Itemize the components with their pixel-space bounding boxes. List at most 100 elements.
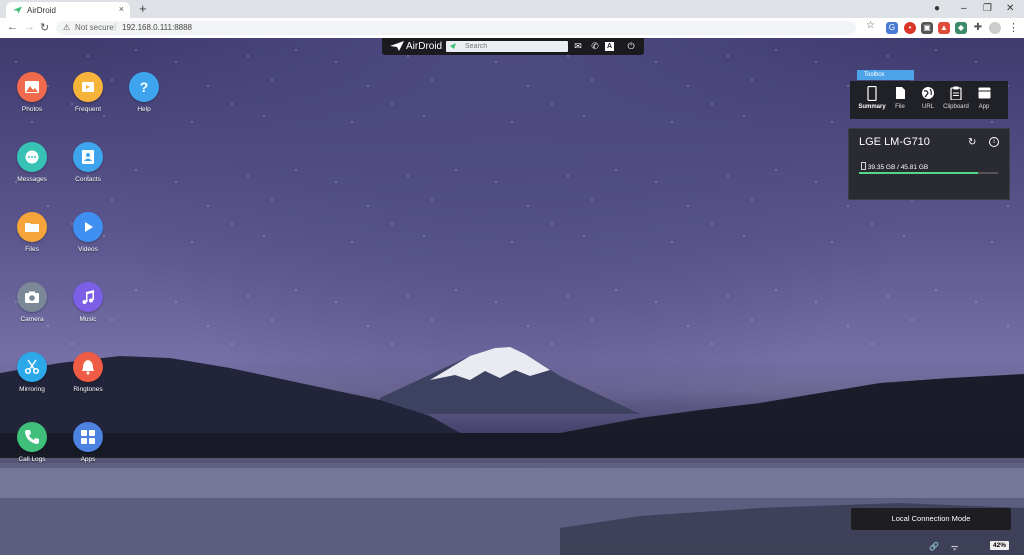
reload-icon[interactable]: ↻ [40,21,49,34]
phone-call-icon[interactable]: ✆ [589,41,601,52]
toolbox-item-label: File [895,104,905,110]
app-apps[interactable]: Apps [63,422,113,463]
device-summary-card: LGE LM-G710 ↻ i 39.35 GB / 45.81 GB [848,128,1010,200]
toolbox-file[interactable]: File [885,86,915,110]
photo-icon [25,81,39,93]
tab-close-icon[interactable]: × [119,4,124,14]
toolbox-clipboard[interactable]: Clipboard [941,86,971,110]
extensions-puzzle-icon[interactable]: ✚ [972,22,984,34]
airdroid-top-bar: AirDroid ✉ ✆ A ⏻ [382,38,644,55]
phone-icon [25,430,39,444]
browser-menu-icon[interactable]: ⋮ [1008,21,1019,34]
toolbox-url[interactable]: URL [913,86,943,110]
app-frequent[interactable]: Frequent [63,72,113,113]
address-bar[interactable]: ⚠ Not secure | 192.168.0.111:8888 [56,21,856,35]
omnibox-divider: | [114,22,117,31]
video-icon [85,222,93,232]
app-contacts[interactable]: Contacts [63,142,113,183]
mail-icon[interactable]: ✉ [572,41,584,52]
app-label: Camera [20,316,44,323]
app-store-icon [978,87,990,99]
restore-icon[interactable]: ❐ [983,3,992,14]
bell-icon [82,360,94,375]
language-icon[interactable]: A [605,42,614,51]
green-extension-icon[interactable]: ◆ [955,22,967,34]
bookmark-star-icon[interactable]: ☆ [866,20,875,31]
url-text: 192.168.0.111:8888 [122,23,192,32]
app-call-logs[interactable]: Call Logs [7,422,57,463]
search-input[interactable] [446,41,568,52]
wifi-icon: ᯤ [951,543,959,552]
toolbox-item-label: Clipboard [943,104,969,110]
app-camera[interactable]: Camera [7,282,57,323]
back-icon[interactable]: ← [7,21,18,33]
contacts-icon [82,150,94,164]
music-icon [82,290,94,304]
storage-bar-fill [859,172,979,174]
tab-title: AirDroid [27,6,56,15]
airdroid-favicon-icon [13,6,22,14]
mirroring-icon [24,359,40,375]
toolbox-panel: Summary File URL Clipboard App [850,81,1008,119]
minimize-icon[interactable]: – [961,3,967,14]
new-tab-button[interactable]: + [139,1,147,16]
toolbox-app[interactable]: App [969,86,999,110]
profile-avatar-icon[interactable] [989,22,1001,34]
app-photos[interactable]: Photos [7,72,57,113]
warning-icon: ⚠ [63,23,71,32]
power-icon[interactable]: ⏻ [625,41,637,52]
airdroid-logo-icon [390,41,404,51]
app-videos[interactable]: Videos [63,212,113,253]
app-label: Contacts [75,176,101,183]
browser-tab-airdroid[interactable]: AirDroid × [6,2,130,18]
battery-level: 42% [990,541,1010,550]
storage-value: 39.35 GB / 45.81 GB [867,164,929,171]
app-label: Call Logs [18,456,46,463]
app-label: Music [79,316,97,323]
app-files[interactable]: Files [7,212,57,253]
toolbox-item-label: URL [921,104,934,110]
toolbox-item-label: App [978,104,990,110]
app-messages[interactable]: Messages [7,142,57,183]
search-icon [450,43,456,49]
storage-text: 39.35 GB / 45.81 GB [861,162,928,171]
camera-icon [25,291,39,303]
window-close-icon[interactable]: ✕ [1006,3,1014,14]
svg-text:?: ? [140,79,149,95]
app-ringtones[interactable]: Ringtones [63,352,113,393]
connection-mode-badge[interactable]: Local Connection Mode [851,508,1011,530]
adblock-extension-icon[interactable]: • [904,22,916,34]
app-mirroring[interactable]: Mirroring [7,352,57,393]
storage-bar [859,172,998,174]
app-label: Videos [78,246,98,253]
apps-icon [81,430,95,444]
image-extension-icon[interactable]: ▣ [921,22,933,34]
refresh-icon[interactable]: ↻ [968,137,976,148]
toolbox-summary[interactable]: Summary [857,85,887,110]
app-music[interactable]: Music [63,282,113,323]
link-icon[interactable]: 🔗 [929,542,939,551]
browser-toolbar: ← → ↻ ⚠ Not secure | 192.168.0.111:8888 … [0,18,1024,39]
app-label: Apps [80,456,96,463]
help-icon: ? [140,79,149,95]
toolbox-tab[interactable]: Toolbox [857,70,914,80]
messages-icon [25,150,39,164]
phone-storage-icon [861,162,866,170]
app-label: Help [137,106,151,113]
red-extension-icon[interactable]: ▲ [938,22,950,34]
tab-strip: AirDroid × + ● – ❐ ✕ [0,0,1024,18]
forward-icon[interactable]: → [24,21,35,33]
device-name: LGE LM-G710 [859,136,930,148]
app-label: Files [25,246,39,253]
logo-text: AirDroid [406,41,443,52]
app-label: Frequent [74,106,102,113]
toolbox-item-label: Summary [858,104,886,110]
app-help[interactable]: ? Help [119,72,169,113]
security-label: Not secure [75,23,114,32]
record-indicator-icon: ● [934,3,941,14]
airdroid-desktop: AirDroid ✉ ✆ A ⏻ Photos Frequent ? Help … [0,38,1024,555]
info-icon[interactable]: i [989,137,999,147]
translate-extension-icon[interactable]: G [886,22,898,34]
app-label: Messages [17,176,47,183]
frequent-icon [82,82,94,92]
